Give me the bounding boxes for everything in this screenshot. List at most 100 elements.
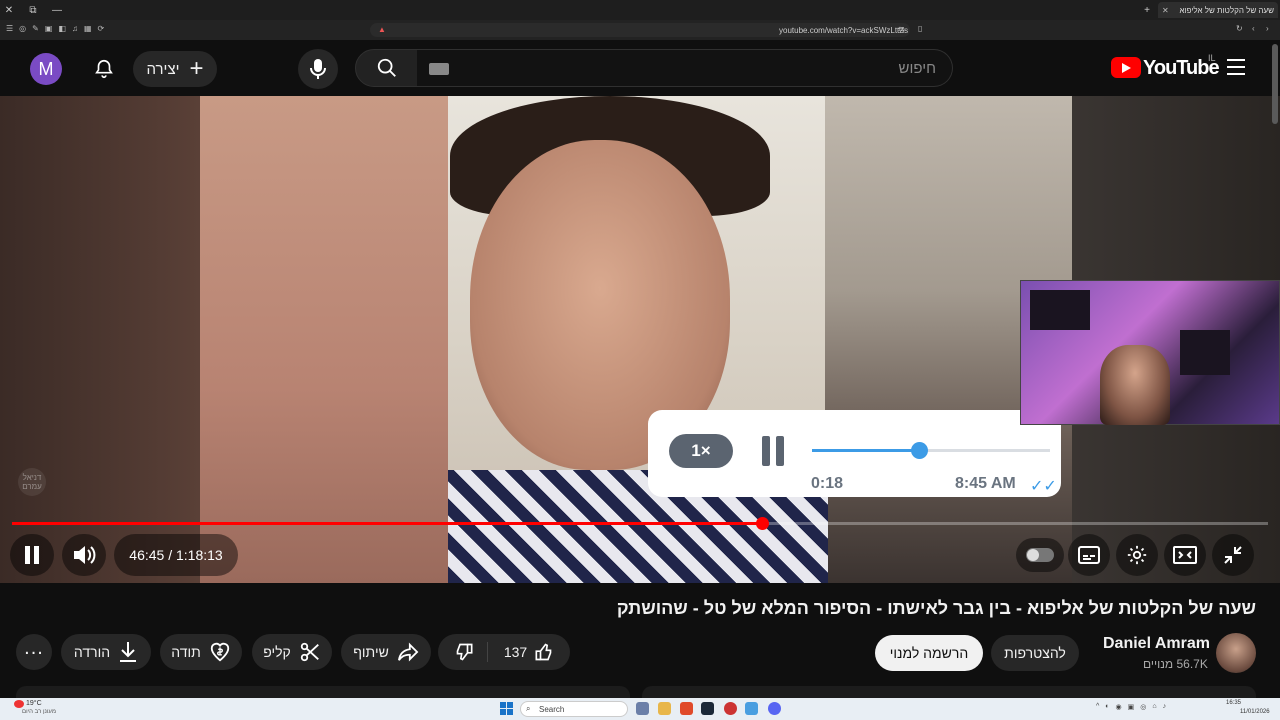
volume-button[interactable] xyxy=(62,534,106,576)
webcam-person xyxy=(1100,345,1170,425)
description-box-top xyxy=(16,686,630,698)
search-input[interactable]: חיפוש xyxy=(417,49,953,87)
more-actions-button[interactable]: ... xyxy=(16,634,52,670)
gear-icon xyxy=(1127,545,1147,565)
extension-icon[interactable]: ✎ xyxy=(32,24,39,36)
tabs-icon[interactable]: ▦ xyxy=(84,24,92,36)
clip-button[interactable]: קליפ xyxy=(252,634,332,670)
clip-label: קליפ xyxy=(263,644,291,660)
share-button[interactable]: שיתוף xyxy=(341,634,431,670)
avatar[interactable]: M xyxy=(30,53,62,85)
webcam-acoustic-panel-2 xyxy=(1180,330,1230,375)
url-text: youtube.com/watch?v=ackSWzLttZs xyxy=(779,26,909,35)
fullscreen-button[interactable] xyxy=(1212,534,1254,576)
guide-menu-icon[interactable] xyxy=(1226,58,1248,78)
taskbar-search-label: Search xyxy=(539,704,565,714)
tray-volume-icon[interactable]: ♪ xyxy=(1163,703,1167,713)
shield-icon[interactable]: ◎ xyxy=(19,24,26,36)
subtitles-button[interactable] xyxy=(1068,534,1110,576)
windows-start-icon[interactable] xyxy=(500,702,513,715)
forward-icon[interactable]: › xyxy=(1266,24,1269,33)
restore-window-icon[interactable]: ⧉ xyxy=(26,3,40,17)
task-view-icon[interactable] xyxy=(636,702,649,715)
theater-icon xyxy=(1173,546,1197,564)
like-button[interactable]: 137 xyxy=(496,642,553,662)
thanks-button[interactable]: תודה xyxy=(160,634,242,670)
settings-button[interactable] xyxy=(1116,534,1158,576)
sidebar-icon[interactable]: ◧ xyxy=(58,24,66,36)
share-label: שיתוף xyxy=(353,644,389,660)
bookmark-icon[interactable]: ▯ xyxy=(918,24,922,33)
channel-name[interactable]: Daniel Amram xyxy=(1103,635,1210,653)
channel-watermark: דניאל עמרם xyxy=(18,468,46,496)
music-icon[interactable]: ♫ xyxy=(72,24,78,36)
join-button[interactable]: להצטרפות xyxy=(991,635,1079,671)
exit-fullscreen-icon xyxy=(1224,546,1242,564)
voice-progress-knob xyxy=(911,442,928,459)
brave-browser-icon[interactable] xyxy=(680,702,693,715)
file-explorer-icon[interactable] xyxy=(658,702,671,715)
video-frame-panel-1 xyxy=(200,96,448,583)
webcam-acoustic-panel xyxy=(1030,290,1090,330)
notifications-bell-icon[interactable] xyxy=(88,53,120,85)
tray-app3-icon[interactable]: ◎ xyxy=(1140,703,1146,713)
keyboard-icon[interactable] xyxy=(429,63,449,75)
theater-mode-button[interactable] xyxy=(1164,534,1206,576)
taskbar-search[interactable]: ⌕ Search xyxy=(520,701,628,717)
discord-icon[interactable] xyxy=(768,702,781,715)
pause-icon xyxy=(25,546,39,564)
page-scrollbar[interactable] xyxy=(1272,44,1278,124)
system-tray: ^ ◐ ◉ ▣ ◎ ⌂ ♪ xyxy=(1096,703,1216,713)
translate-icon[interactable]: ⇆ xyxy=(898,25,905,34)
browser-tab-active[interactable]: ✕ שעה של הקלטות של אליפוא xyxy=(1158,2,1278,18)
taskbar-date: 11/01/2026 xyxy=(1240,709,1270,715)
tray-chevron-icon[interactable]: ^ xyxy=(1096,703,1099,713)
download-icon xyxy=(120,642,137,662)
brave-shield-icon[interactable]: ▲ xyxy=(378,25,386,34)
search-icon xyxy=(377,58,396,77)
back-icon[interactable]: ‹ xyxy=(1252,24,1255,33)
tab-close-icon[interactable]: ✕ xyxy=(1162,6,1169,15)
url-field[interactable]: ▲ youtube.com/watch?v=ackSWzLttZs ⇆ xyxy=(370,23,910,37)
more-horizontal-icon: ... xyxy=(24,637,44,659)
wallet-icon[interactable]: ▣ xyxy=(45,24,53,36)
subscribe-button[interactable]: הרשמה למנוי xyxy=(875,635,983,671)
create-button[interactable]: יצירה + xyxy=(133,51,217,87)
thumbs-up-icon xyxy=(535,643,552,661)
subscriber-count: 56.7K מנויים xyxy=(1143,657,1208,671)
scissors-icon xyxy=(300,642,319,662)
app-icon-blue[interactable] xyxy=(745,702,758,715)
channel-avatar[interactable] xyxy=(1216,633,1256,673)
voice-pause-icon xyxy=(760,436,786,466)
weather-desc: מעונן רב היום xyxy=(22,709,56,715)
pause-button[interactable] xyxy=(10,534,54,576)
reload-icon[interactable]: ↻ xyxy=(1236,24,1243,33)
download-button[interactable]: הורדה xyxy=(61,634,151,670)
minimize-window-icon[interactable]: — xyxy=(50,3,64,17)
search-button[interactable] xyxy=(355,49,418,87)
voice-search-button[interactable] xyxy=(298,49,338,89)
video-progress-played xyxy=(12,522,762,525)
reload-extension-icon[interactable]: ⟳ xyxy=(98,24,105,36)
voice-elapsed: 0:18 xyxy=(811,475,844,492)
tray-network-icon[interactable]: ⌂ xyxy=(1152,703,1156,713)
app-icon-red[interactable] xyxy=(724,702,737,715)
video-scrubber-handle[interactable] xyxy=(756,517,769,530)
steam-icon[interactable] xyxy=(701,702,714,715)
new-tab-icon[interactable]: + xyxy=(1140,3,1154,17)
voice-time-sent: 8:45 AM xyxy=(955,475,1016,492)
microphone-icon xyxy=(310,59,326,79)
thumbs-down-icon xyxy=(456,643,473,661)
dislike-button[interactable] xyxy=(455,642,488,662)
tray-app2-icon[interactable]: ▣ xyxy=(1128,703,1135,713)
tab-title: שעה של הקלטות של אליפוא xyxy=(1179,5,1274,15)
tray-obs-icon[interactable]: ◉ xyxy=(1116,703,1122,713)
close-window-icon[interactable]: ✕ xyxy=(2,3,16,17)
youtube-logo-icon[interactable] xyxy=(1111,57,1141,78)
autoplay-toggle[interactable] xyxy=(1016,538,1064,572)
taskbar-search-icon: ⌕ xyxy=(526,704,531,713)
time-display: 46:45 / 1:18:13 xyxy=(114,534,238,576)
browser-tab-bar xyxy=(0,0,1280,20)
tray-app-icon[interactable]: ◐ xyxy=(1105,703,1109,713)
menu-icon[interactable]: ☰ xyxy=(6,24,13,36)
